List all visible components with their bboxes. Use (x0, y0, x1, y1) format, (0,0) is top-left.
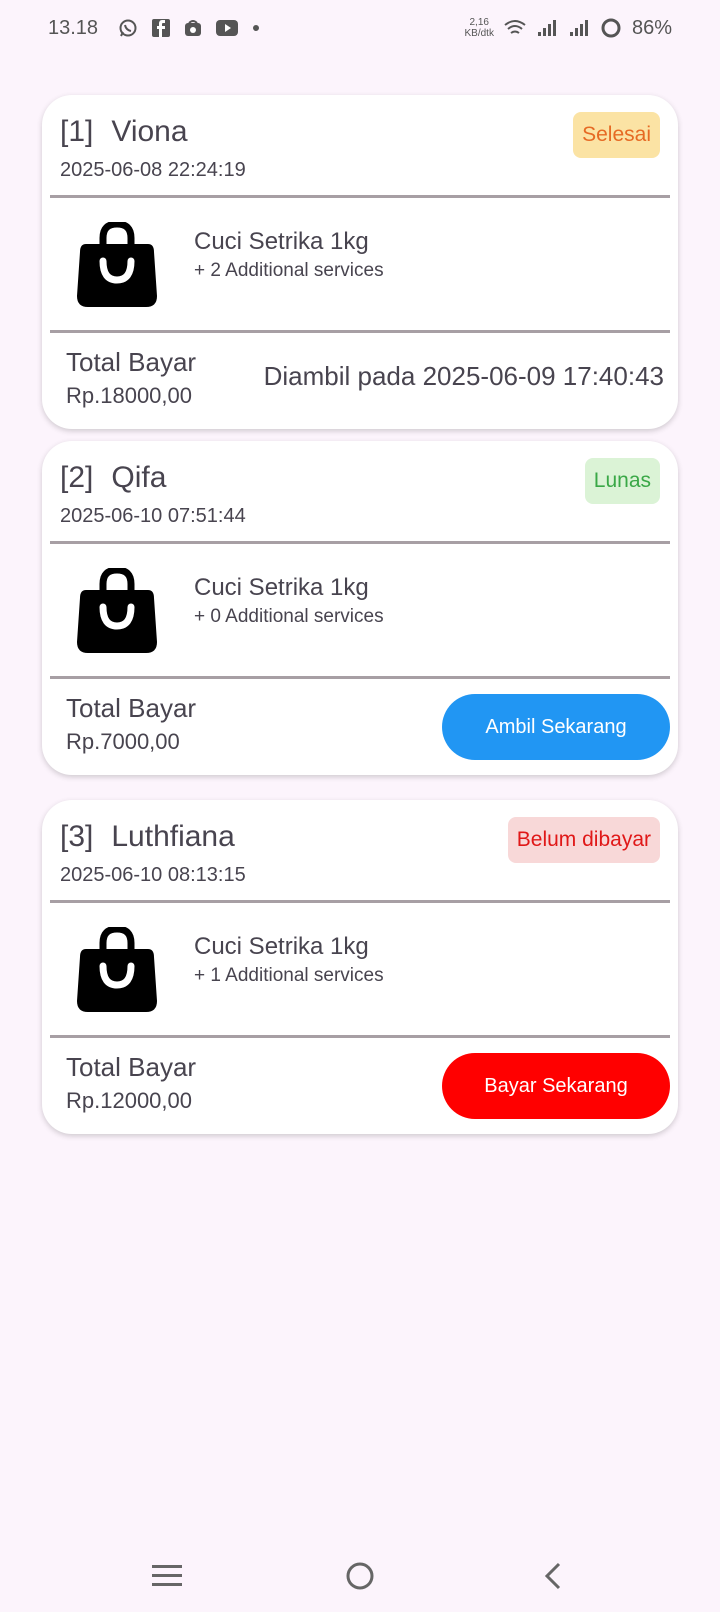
customer-name: Luthfiana (111, 820, 235, 853)
order-card[interactable]: [3] Luthfiana 2025-06-10 08:13:15 Belum d… (42, 800, 678, 1134)
order-card[interactable]: [1] Viona 2025-06-08 22:24:19 Selesai Cuc… (42, 95, 678, 429)
system-nav-bar (0, 1540, 720, 1612)
total-amount: Rp.7000,00 (66, 729, 180, 754)
status-badge: Lunas (584, 458, 660, 504)
shopping-bag-icon (77, 568, 157, 653)
order-header: [2] Qifa 2025-06-10 07:51:44 Lunas (42, 441, 678, 541)
total-label: Total Bayar (66, 347, 197, 377)
customer-name: Viona (111, 115, 188, 148)
home-button[interactable] (330, 1551, 390, 1601)
service-name: Cuci Setrika 1kg (194, 228, 369, 255)
order-title: [3] Luthfiana (60, 820, 235, 854)
wifi-icon (504, 19, 526, 37)
battery-percent: 86% (631, 16, 672, 39)
status-badge: Selesai (573, 112, 660, 158)
service-name: Cuci Setrika 1kg (194, 933, 369, 960)
network-speed: 2,16 KB/dtk (465, 17, 494, 39)
shop-icon (184, 19, 202, 37)
total-amount: Rp.18000,00 (66, 383, 192, 408)
battery-icon (600, 17, 622, 39)
customer-name: Qifa (111, 461, 167, 494)
back-icon (545, 1562, 561, 1590)
order-date: 2025-06-08 22:24:19 (60, 159, 246, 181)
order-body: Cuci Setrika 1kg + 2 Additional services (42, 198, 678, 330)
order-title: [2] Qifa (60, 461, 166, 495)
status-badge: Belum dibayar (507, 817, 660, 863)
home-icon (346, 1562, 374, 1590)
order-index: [3] (60, 820, 94, 853)
network-speed-unit: KB/dtk (464, 28, 494, 39)
additional-services: + 2 Additional services (194, 260, 384, 281)
order-body: Cuci Setrika 1kg + 0 Additional services (42, 544, 678, 676)
shopping-bag-icon (77, 222, 157, 307)
total-label: Total Bayar (66, 693, 197, 723)
facebook-icon (152, 19, 171, 37)
order-title: [1] Viona (60, 115, 188, 149)
status-bar-right: 2,16 KB/dtk 86% (465, 17, 673, 40)
clock: 13.18 (48, 16, 99, 39)
status-bar: 13.18 2,16 KB/dtk 86% (0, 0, 720, 56)
order-footer: Total Bayar Rp.7000,00 Ambil Sekarang (42, 679, 678, 775)
signal-2-icon (568, 19, 590, 37)
order-date: 2025-06-10 07:51:44 (60, 505, 246, 527)
order-index: [2] (60, 461, 94, 494)
pickup-now-button[interactable]: Ambil Sekarang (442, 694, 670, 760)
order-card[interactable]: [2] Qifa 2025-06-10 07:51:44 Lunas Cuci S… (42, 441, 678, 775)
picked-up-text: Diambil pada 2025-06-09 17:40:43 (263, 361, 664, 391)
recent-apps-button[interactable] (137, 1551, 197, 1601)
status-bar-left: 13.18 (48, 17, 260, 40)
order-body: Cuci Setrika 1kg + 1 Additional services (42, 903, 678, 1035)
whatsapp-icon (118, 18, 138, 38)
additional-services: + 1 Additional services (194, 965, 384, 986)
back-button[interactable] (523, 1551, 583, 1601)
pay-now-button[interactable]: Bayar Sekarang (442, 1053, 670, 1119)
order-header: [3] Luthfiana 2025-06-10 08:13:15 Belum d… (42, 800, 678, 900)
menu-icon (151, 1565, 182, 1586)
network-speed-value: 2,16 (469, 17, 489, 28)
order-index: [1] (60, 115, 94, 148)
more-notifications-dot-icon (252, 24, 260, 32)
service-name: Cuci Setrika 1kg (194, 574, 369, 601)
total-amount: Rp.12000,00 (66, 1088, 192, 1113)
signal-1-icon (536, 19, 558, 37)
order-footer: Total Bayar Rp.18000,00 Diambil pada 202… (42, 333, 678, 429)
total-label: Total Bayar (66, 1052, 197, 1082)
order-date: 2025-06-10 08:13:15 (60, 864, 246, 886)
order-footer: Total Bayar Rp.12000,00 Bayar Sekarang (42, 1038, 678, 1134)
order-header: [1] Viona 2025-06-08 22:24:19 Selesai (42, 95, 678, 195)
additional-services: + 0 Additional services (194, 606, 384, 627)
youtube-icon (216, 20, 239, 36)
shopping-bag-icon (77, 927, 157, 1012)
